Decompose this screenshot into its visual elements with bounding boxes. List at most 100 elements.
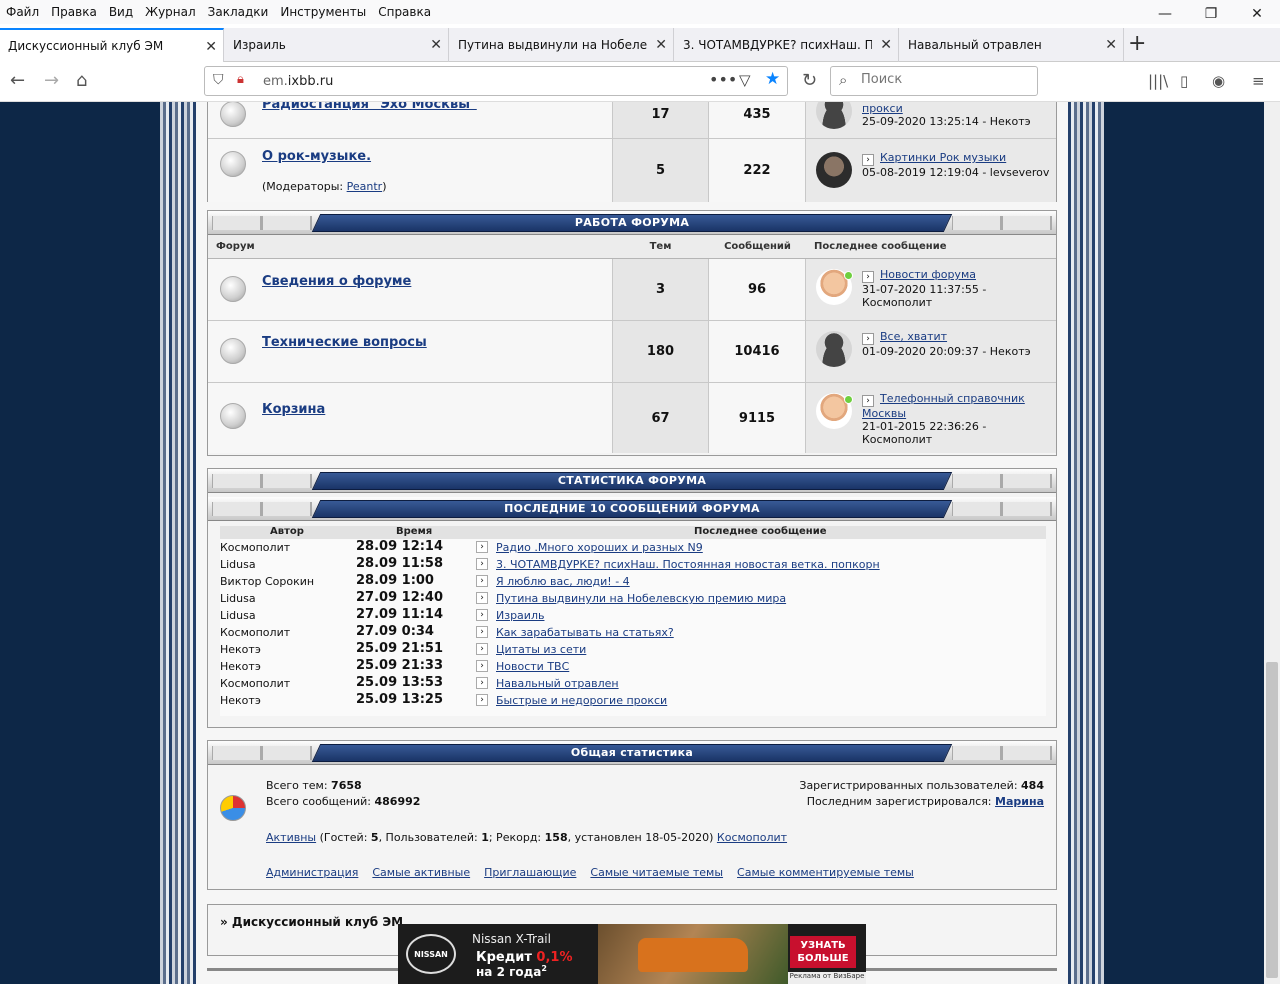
topic-link[interactable]: 3. ЧОТАМВДУРКЕ? психНаш. Постоянная ново… [496, 558, 880, 571]
active-users-link[interactable]: Активны [266, 831, 316, 844]
tab-5[interactable]: Навальный отравлен ✕ [900, 28, 1124, 62]
close-tab-icon[interactable]: ✕ [205, 39, 217, 55]
goto-arrow-icon[interactable]: › [862, 333, 874, 345]
tab-4[interactable]: 3. ЧОТАМВДУРКЕ? психНаш. Постоянная ново… [675, 28, 899, 62]
back-icon[interactable]: ← [10, 70, 25, 91]
tab-3[interactable]: Путина выдвинули на Нобелевскую премию м… [450, 28, 674, 62]
topic-link[interactable]: Радио .Много хороших и разных N9 [496, 541, 703, 554]
forum-status-icon [220, 338, 246, 364]
topic-link[interactable]: Навальный отравлен [496, 677, 619, 690]
close-window-icon[interactable]: ✕ [1234, 0, 1280, 28]
tab-1[interactable]: Дискуссионный клуб ЭМ ✕ [0, 28, 224, 62]
menu-file[interactable]: Файл [0, 5, 45, 19]
insecure-lock-icon[interactable]: 🔒︎ [237, 72, 244, 87]
last-registered-user-link[interactable]: Марина [995, 795, 1044, 808]
page-viewport: Радиостанция "Эхо Москвы" 17 435 прокси … [0, 102, 1264, 984]
forum-link[interactable]: О рок-музыке. [262, 149, 371, 164]
search-input[interactable] [861, 72, 1031, 87]
most-active-link[interactable]: Самые активные [372, 866, 470, 879]
window-controls: — ❐ ✕ [1142, 0, 1280, 28]
ad-cta-button[interactable]: УЗНАТЬ БОЛЬШЕ [790, 936, 856, 968]
topic-link[interactable]: Как зарабатывать на статьях? [496, 626, 674, 639]
moderator-link[interactable]: Peantr [347, 180, 383, 193]
minimize-icon[interactable]: — [1142, 0, 1188, 28]
bookmark-star-icon[interactable]: ★ [765, 69, 780, 89]
last-post-link[interactable]: Картинки Рок музыки [880, 151, 1006, 164]
home-icon[interactable]: ⌂ [76, 70, 87, 91]
account-icon[interactable]: ◉ [1212, 72, 1225, 90]
most-commented-link[interactable]: Самые комментируемые темы [737, 866, 914, 879]
record-user-link[interactable]: Космополит [717, 831, 787, 844]
forum-link[interactable]: Сведения о форуме [262, 274, 411, 289]
goto-arrow-icon[interactable]: › [476, 660, 488, 672]
menu-history[interactable]: Журнал [139, 5, 202, 19]
close-tab-icon[interactable]: ✕ [655, 37, 667, 53]
library-icon[interactable]: |||\ [1148, 72, 1168, 90]
menu-bookmarks[interactable]: Закладки [202, 5, 275, 19]
topic-link[interactable]: Быстрые и недорогие прокси [496, 694, 667, 707]
forum-link[interactable]: Технические вопросы [262, 335, 427, 350]
goto-arrow-icon[interactable]: › [862, 395, 874, 407]
post-author: Lidusa [220, 609, 256, 622]
shield-icon[interactable]: ⛉ [213, 72, 224, 88]
topic-link[interactable]: Цитаты из сети [496, 643, 586, 656]
table-row: Lidusa 27.09 12:40 › Путина выдвинули на Но… [220, 590, 1046, 607]
goto-arrow-icon[interactable]: › [476, 643, 488, 655]
last-post-link[interactable]: Телефонный справочник Москвы [862, 392, 1025, 420]
goto-arrow-icon[interactable]: › [476, 541, 488, 553]
goto-arrow-icon[interactable]: › [476, 694, 488, 706]
last-post-link[interactable]: Все, хватит [880, 330, 947, 343]
menu-tools[interactable]: Инструменты [274, 5, 372, 19]
sidebar-icon[interactable]: ▯ [1180, 72, 1188, 90]
section-header: СТАТИСТИКА ФОРУМА [208, 469, 1056, 493]
post-time: 27.09 11:14 [356, 607, 444, 622]
goto-arrow-icon[interactable]: › [476, 677, 488, 689]
menu-edit[interactable]: Правка [45, 5, 103, 19]
goto-arrow-icon[interactable]: › [862, 154, 874, 166]
scrollbar[interactable] [1264, 102, 1280, 984]
forum-link[interactable]: Корзина [262, 402, 325, 417]
close-tab-icon[interactable]: ✕ [1105, 37, 1117, 53]
goto-arrow-icon[interactable]: › [476, 626, 488, 638]
registered-users: Зарегистрированных пользователей: 484 [799, 779, 1044, 792]
topic-link[interactable]: Я люблю вас, люди! - 4 [496, 575, 630, 588]
last-post-link[interactable]: прокси [862, 102, 903, 115]
most-read-link[interactable]: Самые читаемые темы [590, 866, 723, 879]
goto-arrow-icon[interactable]: › [476, 592, 488, 604]
page-actions-icon[interactable]: ••• [709, 70, 737, 89]
post-author: Космополит [220, 677, 291, 690]
ad-banner[interactable]: NISSAN Nissan X-Trail Кредит 0,1% на 2 г… [398, 924, 866, 984]
url-bar[interactable]: ⛉ 🔒︎ em.ixbb.ru ••• ▽ ★ [204, 66, 788, 96]
scrollbar-thumb[interactable] [1266, 662, 1278, 978]
restore-icon[interactable]: ❐ [1188, 0, 1234, 28]
close-tab-icon[interactable]: ✕ [880, 37, 892, 53]
inviters-link[interactable]: Приглашающие [484, 866, 576, 879]
hamburger-menu-icon[interactable]: ≡ [1252, 72, 1265, 90]
search-bar[interactable]: ⌕ [830, 66, 1038, 96]
tab-2[interactable]: Израиль ✕ [225, 28, 449, 62]
last-post-date: 31-07-2020 11:37:55 - Космополит [862, 283, 987, 309]
admin-link[interactable]: Администрация [266, 866, 358, 879]
last-post-link[interactable]: Новости форума [880, 268, 976, 281]
ad-brand-logo: NISSAN [406, 934, 456, 974]
topic-link[interactable]: Израиль [496, 609, 544, 622]
menu-help[interactable]: Справка [372, 5, 437, 19]
url-text[interactable]: em.ixbb.ru [263, 74, 333, 89]
topic-link[interactable]: Новости ТВС [496, 660, 569, 673]
tab-title: Путина выдвинули на Нобелевскую премию м… [458, 38, 647, 52]
menu-bar: Файл Правка Вид Журнал Закладки Инструме… [0, 0, 1280, 24]
goto-arrow-icon[interactable]: › [476, 609, 488, 621]
breadcrumb[interactable]: » Дискуссионный клуб ЭМ [220, 915, 403, 929]
goto-arrow-icon[interactable]: › [476, 558, 488, 570]
close-tab-icon[interactable]: ✕ [430, 37, 442, 53]
forum-link[interactable]: Радиостанция "Эхо Москвы" [262, 102, 477, 112]
new-tab-icon[interactable]: + [1128, 31, 1146, 56]
goto-arrow-icon[interactable]: › [862, 271, 874, 283]
topic-link[interactable]: Путина выдвинули на Нобелевскую премию м… [496, 592, 786, 605]
goto-arrow-icon[interactable]: › [476, 575, 488, 587]
menu-view[interactable]: Вид [103, 5, 139, 19]
forward-icon[interactable]: → [44, 70, 59, 91]
pocket-icon[interactable]: ▽ [739, 71, 751, 89]
reload-icon[interactable]: ↻ [802, 70, 817, 91]
posts-count: 10416 [709, 321, 806, 382]
